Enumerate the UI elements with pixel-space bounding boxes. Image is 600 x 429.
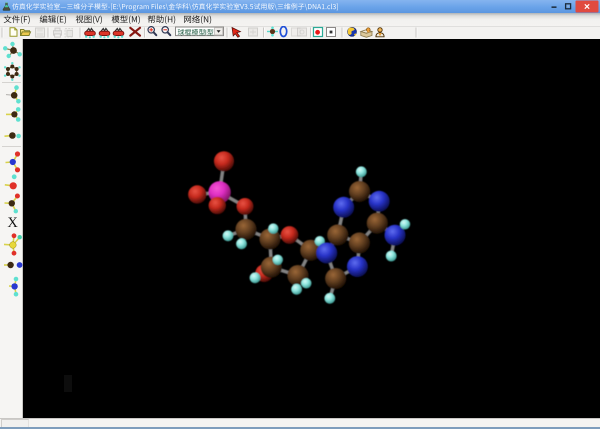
svg-text:X: X: [7, 215, 18, 231]
